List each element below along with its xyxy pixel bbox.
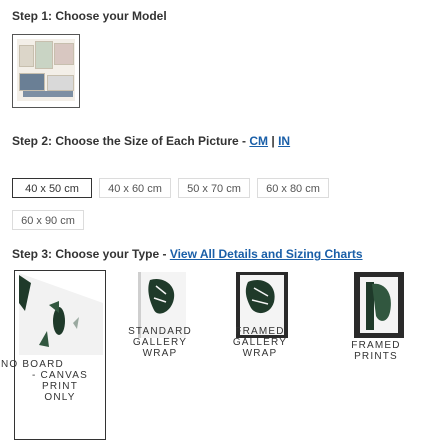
model-option-3[interactable] [340,34,408,108]
type-label-line3: WRAP [142,348,178,359]
type-label-line1: NO BOARD [1,359,64,370]
step2-title: Step 2: Choose the Size of Each Picture … [12,134,290,148]
type-label-line3: WRAP [242,348,278,359]
type-option-canvas-print[interactable]: NO BOARD - CANVAS PRINT ONLY [1,270,106,440]
model-option-1[interactable] [12,34,80,108]
step2-title-text: Step 2: Choose the Size of Each Picture … [12,134,250,148]
type-label-line1: FRAMED [235,326,285,337]
size-option-60x80[interactable]: 60 x 80 cm [257,178,329,198]
size-option-50x70[interactable]: 50 x 70 cm [178,178,250,198]
unit-separator: | [268,134,279,148]
type-label-line1: FRAMED [351,340,401,351]
unit-in-link[interactable]: IN [278,134,290,148]
model-preview-image [17,39,75,101]
unit-cm-link[interactable]: CM [249,134,268,148]
step1-title: Step 1: Choose your Model [12,9,167,23]
type-label-line2: PRINTS [354,351,398,362]
view-details-link[interactable]: View All Details and Sizing Charts [170,247,363,261]
type-label-line2: GALLERY [132,337,188,348]
size-option-60x90[interactable]: 60 x 90 cm [12,210,84,230]
canvas-print-image [19,273,103,355]
type-label-line1: STANDARD [128,326,192,337]
step3-title: Step 3: Choose your Type - View All Deta… [12,247,363,261]
framed-prints-image [354,272,404,338]
type-label-line2: GALLERY [232,337,288,348]
type-label-line4: ONLY [44,392,76,403]
model-option-2[interactable] [228,34,296,108]
type-label-line3: PRINT [42,381,78,392]
type-label-line2: - CANVAS [31,370,89,381]
step3-title-text: Step 3: Choose your Type - [12,247,170,261]
type-option-framed-prints[interactable]: FRAMED PRINTS [328,270,424,440]
type-option-standard-gallery-wrap[interactable]: STANDARD GALLERY WRAP [112,270,208,440]
size-option-40x60[interactable]: 40 x 60 cm [99,178,171,198]
type-option-framed-gallery-wrap[interactable]: FRAMED GALLERY WRAP [212,270,308,440]
size-option-40x50[interactable]: 40 x 50 cm [12,178,92,198]
